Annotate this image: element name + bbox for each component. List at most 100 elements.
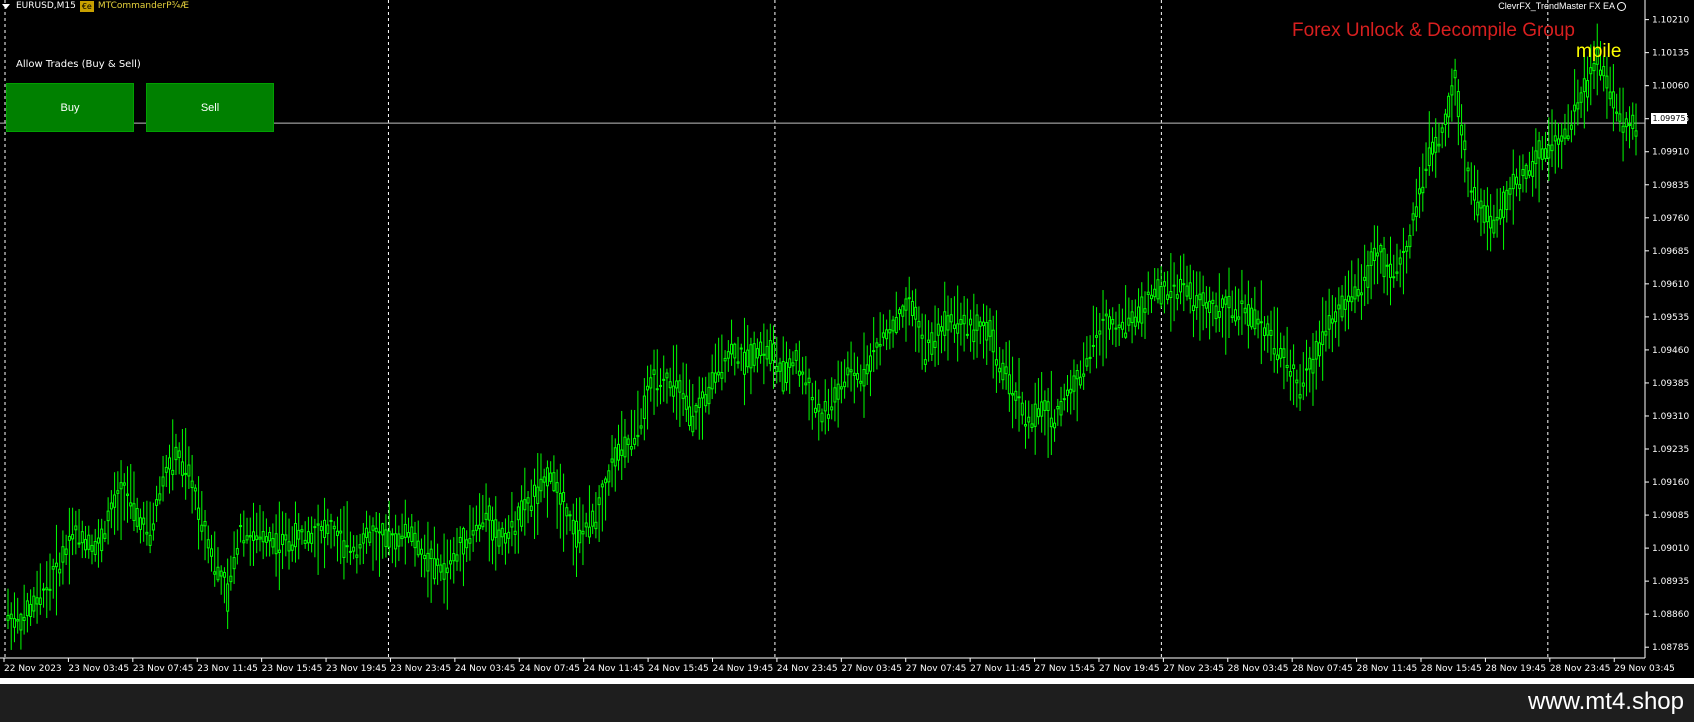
candle-body bbox=[6, 615, 10, 621]
watermark-red: Forex Unlock & Decompile Group bbox=[1292, 20, 1575, 41]
candle-body bbox=[775, 365, 779, 373]
candle-body bbox=[1324, 330, 1328, 336]
candle-body bbox=[1317, 342, 1321, 357]
candle-body bbox=[865, 364, 869, 375]
candle-body bbox=[1201, 292, 1205, 306]
candle-body bbox=[458, 536, 462, 543]
candle-body bbox=[1453, 69, 1457, 79]
sell-button[interactable]: Sell bbox=[146, 83, 274, 132]
candle-body bbox=[1479, 200, 1483, 209]
candle-body bbox=[90, 544, 94, 552]
candle-body bbox=[25, 600, 29, 617]
candle-body bbox=[707, 386, 711, 405]
candle-body bbox=[807, 377, 811, 383]
buy-button[interactable]: Buy bbox=[6, 83, 134, 132]
candle-body bbox=[1624, 118, 1628, 128]
candle-body bbox=[1250, 307, 1254, 328]
candle-body bbox=[1359, 292, 1363, 296]
candle-body bbox=[539, 478, 543, 492]
candle-body bbox=[526, 497, 530, 504]
candle-body bbox=[671, 385, 675, 397]
candle-body bbox=[1372, 247, 1376, 262]
candle-body bbox=[355, 554, 359, 558]
candle-body bbox=[1198, 293, 1202, 301]
candle-body bbox=[1224, 296, 1228, 305]
candle-body bbox=[655, 388, 659, 391]
candle-body bbox=[145, 531, 149, 535]
candle-body bbox=[1182, 283, 1186, 286]
candle-body bbox=[138, 517, 142, 530]
candle-body bbox=[1211, 299, 1215, 304]
candle-body bbox=[904, 298, 908, 311]
candle-body bbox=[51, 566, 55, 570]
footer-url[interactable]: www.mt4.shop bbox=[1528, 688, 1684, 716]
candle-body bbox=[403, 523, 407, 538]
candle-body bbox=[1243, 307, 1247, 314]
y-tick-label: 1.09385 bbox=[1652, 379, 1689, 389]
candle-body bbox=[1563, 128, 1567, 139]
candle-body bbox=[1586, 80, 1590, 98]
candle-body bbox=[1059, 401, 1063, 416]
candle-body bbox=[71, 534, 75, 540]
smile-icon[interactable] bbox=[1617, 2, 1626, 11]
candle-body bbox=[1020, 402, 1024, 416]
candle-body bbox=[1036, 408, 1040, 418]
candle-body bbox=[1159, 285, 1163, 305]
candle-body bbox=[516, 506, 520, 521]
candle-body bbox=[1285, 364, 1289, 369]
candle-body bbox=[878, 343, 882, 347]
candle-body bbox=[907, 297, 911, 300]
candle-body bbox=[368, 531, 372, 543]
candle-body bbox=[804, 382, 808, 386]
candle-body bbox=[1269, 329, 1273, 336]
candle-body bbox=[135, 508, 139, 527]
candle-body bbox=[1282, 348, 1286, 359]
candle-body bbox=[1382, 248, 1386, 278]
candle-body bbox=[578, 529, 582, 544]
candle-body bbox=[1162, 281, 1166, 287]
candle-body bbox=[762, 353, 766, 356]
candle-body bbox=[171, 469, 175, 475]
candle-body bbox=[1589, 67, 1593, 75]
candle-body bbox=[1379, 244, 1383, 253]
candle-body bbox=[917, 320, 921, 328]
candle-body bbox=[523, 499, 527, 511]
candle-body bbox=[407, 532, 411, 538]
candle-body bbox=[1062, 398, 1066, 401]
candle-body bbox=[752, 343, 756, 366]
candle-body bbox=[959, 319, 963, 325]
candle-body bbox=[1146, 291, 1150, 295]
candle-body bbox=[1085, 358, 1089, 367]
candle-body bbox=[529, 505, 533, 511]
candle-body bbox=[1482, 205, 1486, 223]
candle-body bbox=[510, 521, 514, 528]
candle-body bbox=[35, 597, 39, 605]
candle-body bbox=[949, 314, 953, 323]
allow-trades-label: Allow Trades (Buy & Sell) bbox=[16, 59, 141, 70]
candle-body bbox=[814, 407, 818, 414]
candle-body bbox=[332, 525, 336, 530]
ea-name-label: MTCommanderP¾Æ bbox=[97, 1, 190, 11]
candle-body bbox=[1256, 318, 1260, 325]
candle-body bbox=[84, 539, 88, 551]
candle-body bbox=[633, 437, 637, 445]
y-tick-label: 1.09160 bbox=[1652, 478, 1689, 488]
candle-body bbox=[881, 332, 885, 338]
collapse-triangle-icon[interactable] bbox=[2, 3, 10, 9]
chart-area[interactable]: 1.102101.101351.100601.099851.099101.098… bbox=[0, 0, 1694, 678]
candle-body bbox=[239, 525, 243, 528]
candle-body bbox=[1618, 113, 1622, 122]
candle-body bbox=[901, 305, 905, 317]
candle-body bbox=[1321, 331, 1325, 346]
candle-body bbox=[1188, 282, 1192, 300]
y-tick-label: 1.09085 bbox=[1652, 511, 1689, 521]
candle-body bbox=[1505, 189, 1509, 211]
candle-body bbox=[988, 320, 992, 337]
candle-body bbox=[210, 548, 213, 557]
candle-body bbox=[797, 370, 801, 376]
candle-body bbox=[1295, 379, 1299, 384]
candle-body bbox=[229, 575, 233, 583]
y-tick-label: 1.08860 bbox=[1652, 610, 1689, 620]
candle-body bbox=[413, 532, 417, 549]
x-tick-label: 24 Nov 03:45 bbox=[455, 664, 516, 674]
